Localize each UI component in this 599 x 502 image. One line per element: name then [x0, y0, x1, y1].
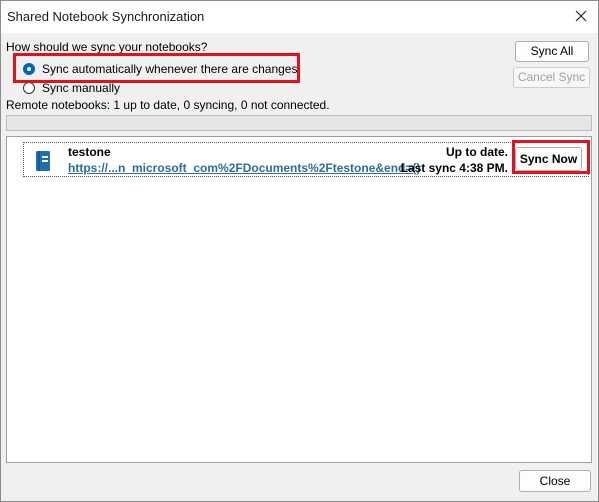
sync-all-button[interactable]: Sync All [515, 41, 589, 62]
notebook-url-link[interactable]: https://...n_microsoft_com%2FDocuments%2… [68, 161, 420, 175]
remote-status: Remote notebooks: 1 up to date, 0 syncin… [6, 98, 330, 112]
sync-dialog: Shared Notebook Synchronization How shou… [0, 0, 599, 502]
sync-now-button[interactable]: Sync Now [515, 147, 582, 171]
title-bar: Shared Notebook Synchronization [1, 1, 598, 33]
radio-auto-label: Sync automatically whenever there are ch… [42, 62, 298, 76]
close-button[interactable]: Close [519, 470, 591, 492]
sync-question: How should we sync your notebooks? [6, 40, 208, 54]
window-title: Shared Notebook Synchronization [7, 9, 205, 24]
notebook-row[interactable]: testone https://...n_microsoft_com%2FDoc… [23, 142, 589, 177]
notebook-last-sync: Last sync 4:38 PM. [400, 161, 508, 175]
sync-progress-bar [6, 115, 592, 131]
radio-button-selected[interactable] [23, 63, 35, 75]
radio-sync-automatically[interactable]: Sync automatically whenever there are ch… [23, 62, 297, 76]
notebook-name: testone [68, 145, 111, 159]
radio-sync-manually[interactable]: Sync manually [23, 81, 120, 95]
close-icon[interactable] [572, 7, 590, 25]
notebook-icon [35, 151, 51, 174]
notebook-status: Up to date. [446, 145, 508, 159]
radio-manual-label: Sync manually [42, 81, 121, 95]
cancel-sync-button[interactable]: Cancel Sync [513, 67, 590, 88]
radio-button-unselected[interactable] [23, 82, 35, 94]
notebook-list: testone https://...n_microsoft_com%2FDoc… [6, 136, 592, 463]
